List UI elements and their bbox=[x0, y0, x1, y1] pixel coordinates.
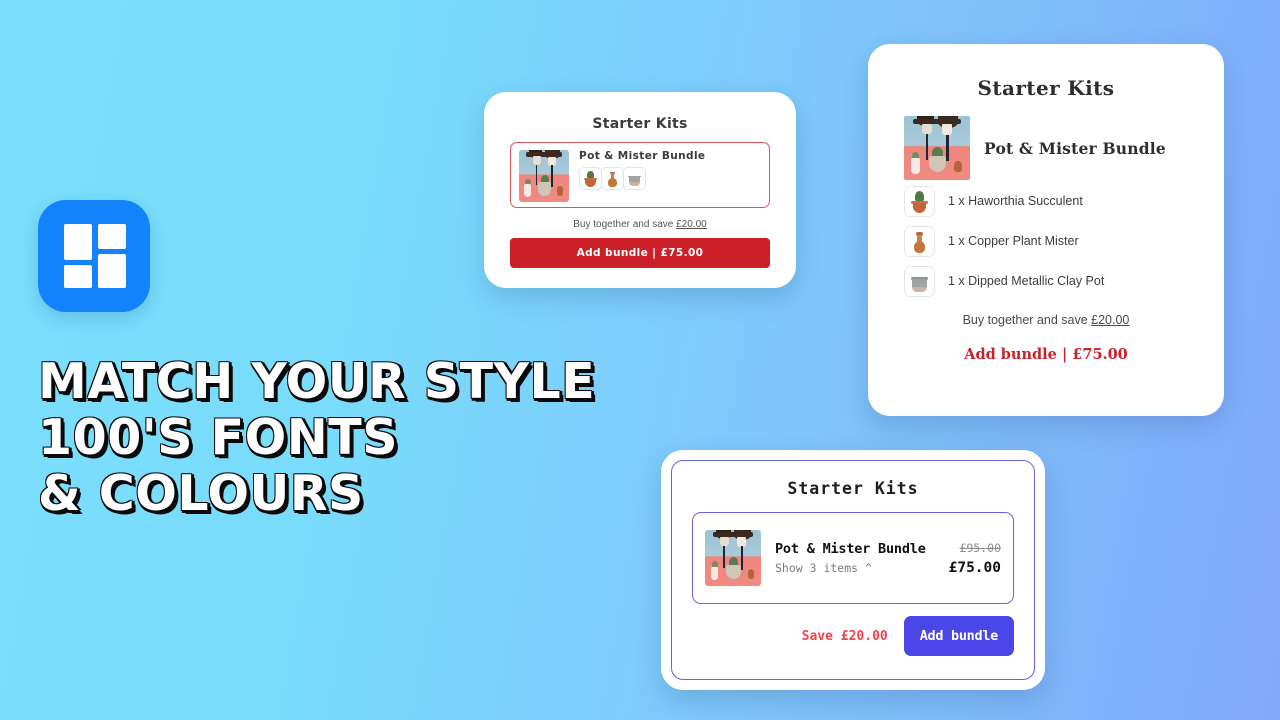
card-red-add-bundle-button[interactable]: Add bundle | £75.00 bbox=[510, 238, 770, 268]
card-red-product-name: Pot & Mister Bundle bbox=[579, 150, 706, 162]
card-mono-price-block: £95.00 £75.00 bbox=[949, 541, 1001, 576]
card-red-thumbnail-strip bbox=[579, 167, 705, 190]
logo-tile-bottom-right bbox=[98, 254, 126, 288]
card-mono-add-bundle-button[interactable]: Add bundle bbox=[903, 616, 1014, 656]
card-red-save-text: Buy together and save £20.00 bbox=[510, 219, 770, 230]
pot-and-mister-bundle-photo bbox=[519, 150, 569, 202]
card-serif-save-amount[interactable]: £20.00 bbox=[1091, 313, 1129, 327]
list-item: 1 x Dipped Metallic Clay Pot bbox=[904, 266, 1188, 297]
copper-plant-mister-thumb bbox=[904, 226, 935, 257]
starter-kits-card-serif: Starter Kits Pot & Mister Bundle 1 x Haw… bbox=[868, 44, 1224, 416]
logo-grid bbox=[64, 224, 126, 288]
card-mono-new-price: £75.00 bbox=[948, 559, 1001, 576]
copper-plant-mister-thumb bbox=[601, 167, 624, 190]
card-mono-actions: Save £20.00 Add bundle bbox=[692, 616, 1014, 656]
haworthia-succulent-thumb bbox=[904, 186, 935, 217]
haworthia-succulent-thumb bbox=[579, 167, 602, 190]
list-item: 1 x Haworthia Succulent bbox=[904, 186, 1188, 217]
card-serif-add-bundle-button[interactable]: Add bundle | £75.00 bbox=[904, 346, 1188, 363]
list-item: 1 x Copper Plant Mister bbox=[904, 226, 1188, 257]
pot-and-mister-bundle-photo bbox=[705, 530, 761, 586]
card-mono-title: Starter Kits bbox=[787, 479, 919, 498]
grid-tiles-logo-icon bbox=[38, 200, 150, 312]
starter-kits-card-mono: Starter Kits Pot & Mister Bundle Show 3 … bbox=[661, 450, 1045, 690]
card-mono-product-row[interactable]: Pot & Mister Bundle Show 3 items ^ £95.0… bbox=[692, 512, 1014, 604]
card-serif-product-header: Pot & Mister Bundle bbox=[904, 116, 1188, 180]
list-item-label: 1 x Dipped Metallic Clay Pot bbox=[948, 274, 1105, 288]
card-red-save-prefix: Buy together and save bbox=[573, 219, 677, 230]
card-mono-old-price: £95.00 bbox=[959, 540, 1001, 555]
card-serif-save-text: Buy together and save £20.00 bbox=[904, 313, 1188, 327]
list-item-label: 1 x Haworthia Succulent bbox=[948, 194, 1083, 208]
card-mono-product-name: Pot & Mister Bundle bbox=[775, 541, 926, 557]
card-red-save-amount[interactable]: £20.00 bbox=[676, 219, 707, 230]
dipped-metallic-clay-pot-thumb bbox=[623, 167, 646, 190]
pot-and-mister-bundle-photo bbox=[904, 116, 970, 180]
card-serif-title: Starter Kits bbox=[977, 76, 1115, 100]
card-mono-save-badge: Save £20.00 bbox=[801, 628, 888, 644]
promo-headline: Match Your Style 100's Fonts & Colours bbox=[38, 353, 596, 522]
logo-tile-top-left bbox=[64, 224, 92, 260]
list-item-label: 1 x Copper Plant Mister bbox=[948, 234, 1079, 248]
card-mono-show-items-toggle[interactable]: Show 3 items ^ bbox=[775, 561, 935, 575]
card-serif-item-list: 1 x Haworthia Succulent 1 x Copper Plant… bbox=[904, 186, 1188, 297]
card-serif-save-prefix: Buy together and save bbox=[962, 313, 1092, 327]
card-serif-product-name: Pot & Mister Bundle bbox=[984, 138, 1166, 158]
card-red-title: Starter Kits bbox=[592, 116, 688, 132]
logo-tile-top-right bbox=[98, 224, 126, 249]
card-red-product-row[interactable]: Pot & Mister Bundle bbox=[510, 142, 770, 208]
dipped-metallic-clay-pot-thumb bbox=[904, 266, 935, 297]
starter-kits-card-red: Starter Kits Pot & Mister Bundle Buy tog… bbox=[484, 92, 796, 288]
logo-tile-bottom-left bbox=[64, 265, 92, 288]
